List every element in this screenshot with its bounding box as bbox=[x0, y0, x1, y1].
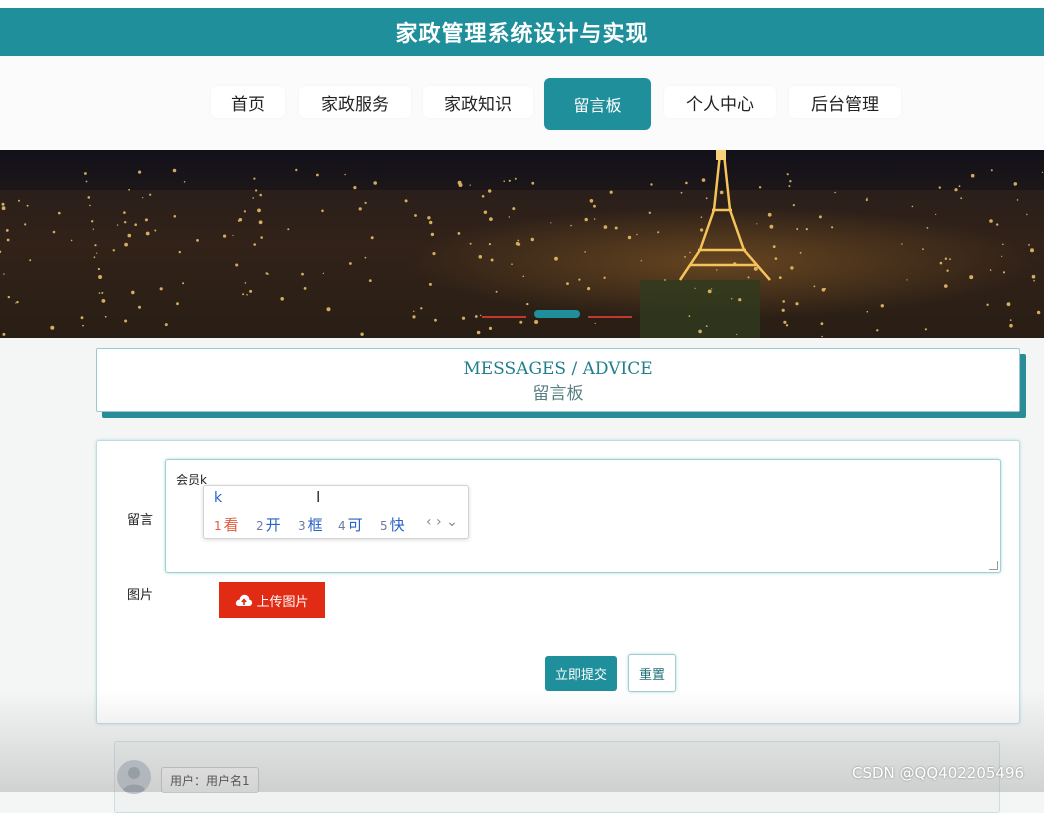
message-label: 留言 bbox=[127, 513, 154, 528]
section-title-cn: 留言板 bbox=[532, 384, 584, 404]
reset-button[interactable]: 重置 bbox=[628, 654, 676, 692]
image-label: 图片 bbox=[127, 588, 154, 603]
nav-item-admin[interactable]: 后台管理 bbox=[789, 86, 901, 118]
message-form: 留言 会员k k I 1看 2开 3框 4可 5快 ‹ › ⌄ 图片 上传图片 … bbox=[96, 440, 1020, 724]
user-avatar-icon bbox=[122, 767, 146, 792]
nav-item-knowledge[interactable]: 家政知识 bbox=[423, 86, 533, 118]
section-title-en: MESSAGES / ADVICE bbox=[463, 359, 653, 379]
message-value: 会员k bbox=[176, 473, 207, 487]
carousel-dot-active[interactable] bbox=[534, 310, 580, 318]
text-cursor-icon: I bbox=[316, 488, 321, 506]
city-night-image bbox=[0, 150, 1044, 338]
ime-candidate[interactable]: 4可 bbox=[338, 514, 363, 535]
nav-item-profile[interactable]: 个人中心 bbox=[664, 86, 776, 118]
section-title-card: MESSAGES / ADVICE 留言板 bbox=[96, 348, 1020, 412]
ime-candidate[interactable]: 1看 bbox=[214, 514, 239, 535]
ime-input-text: k bbox=[214, 490, 223, 506]
main-nav: 首页 家政服务 家政知识 留言板 个人中心 后台管理 bbox=[0, 56, 1044, 150]
watermark: CSDN @QQ402205496 bbox=[852, 764, 1025, 782]
resize-handle-icon[interactable] bbox=[989, 561, 998, 570]
nav-item-message-board[interactable]: 留言板 bbox=[544, 78, 651, 130]
user-name-tag: 用户：用户名1 bbox=[161, 767, 259, 793]
ime-page-arrows-icon[interactable]: ‹ › ⌄ bbox=[426, 514, 458, 530]
nav-item-home[interactable]: 首页 bbox=[211, 86, 285, 118]
upload-image-label: 上传图片 bbox=[256, 594, 309, 610]
ime-candidate[interactable]: 3框 bbox=[298, 514, 323, 535]
avatar bbox=[117, 760, 151, 794]
site-title: 家政管理系统设计与实现 bbox=[395, 22, 649, 47]
carousel-dot[interactable] bbox=[588, 316, 632, 318]
nav-item-services[interactable]: 家政服务 bbox=[299, 86, 411, 118]
ime-candidate-popup: k I 1看 2开 3框 4可 5快 ‹ › ⌄ bbox=[203, 485, 469, 539]
site-title-bar: 家政管理系统设计与实现 bbox=[0, 0, 1044, 56]
ime-candidate[interactable]: 5快 bbox=[380, 514, 405, 535]
cloud-upload-icon bbox=[236, 594, 253, 606]
ime-candidate[interactable]: 2开 bbox=[256, 514, 281, 535]
upload-image-button[interactable]: 上传图片 bbox=[219, 582, 325, 618]
carousel-dot[interactable] bbox=[482, 316, 526, 318]
hero-banner bbox=[0, 150, 1044, 338]
submit-button[interactable]: 立即提交 bbox=[545, 656, 617, 691]
